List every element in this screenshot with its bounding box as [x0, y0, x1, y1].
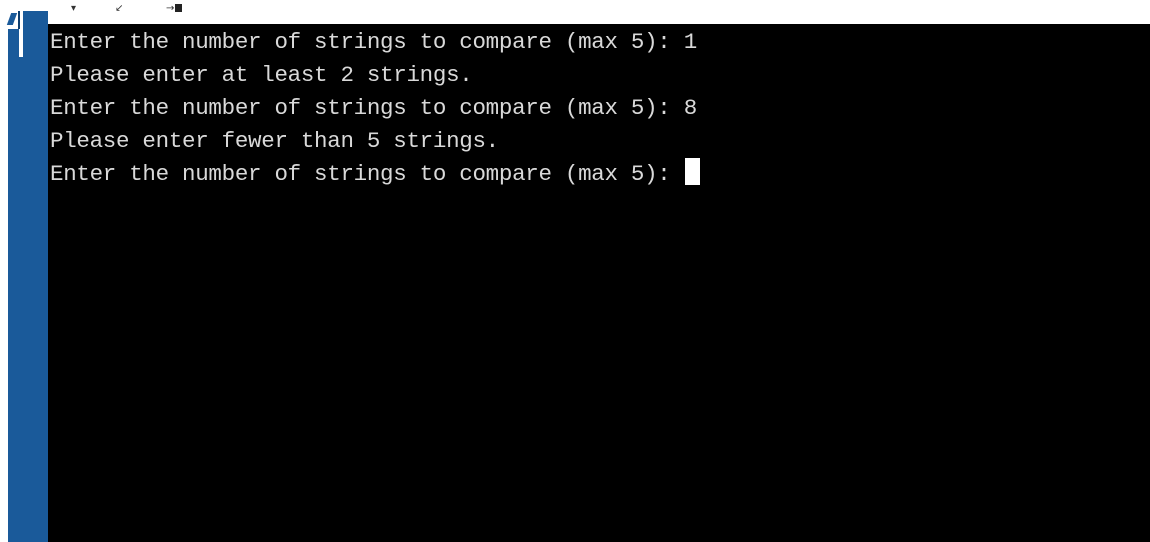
arrow-icon[interactable]: ↙	[115, 3, 123, 15]
screen: ▾ ↙ → Enter the number of strings to com…	[0, 0, 1150, 542]
terminal-line-text: Enter the number of strings to compare (…	[50, 95, 697, 121]
terminal-output: Enter the number of strings to compare (…	[50, 26, 700, 191]
login-icon[interactable]: →	[166, 3, 183, 15]
terminal-line-text: Enter the number of strings to compare (…	[50, 29, 697, 55]
terminal-prompt-line[interactable]: Enter the number of strings to compare (…	[50, 158, 700, 191]
terminal-line: Please enter at least 2 strings.	[50, 59, 700, 92]
sidebar-logo-icon	[8, 11, 20, 29]
login-square	[175, 4, 183, 12]
terminal-line: Enter the number of strings to compare (…	[50, 92, 700, 125]
terminal-line-text: Please enter at least 2 strings.	[50, 62, 473, 88]
terminal-window[interactable]: Enter the number of strings to compare (…	[48, 24, 1150, 542]
terminal-prompt-text: Enter the number of strings to compare (…	[50, 161, 684, 187]
terminal-line: Please enter fewer than 5 strings.	[50, 125, 700, 158]
text-cursor[interactable]	[684, 158, 700, 185]
terminal-line-text: Please enter fewer than 5 strings.	[50, 128, 499, 154]
login-arrow: →	[166, 3, 175, 14]
chevron-down-icon[interactable]: ▾	[71, 3, 76, 15]
toolbar: ▾ ↙ →	[0, 0, 1150, 24]
sidebar	[8, 11, 48, 542]
terminal-line: Enter the number of strings to compare (…	[50, 26, 700, 59]
